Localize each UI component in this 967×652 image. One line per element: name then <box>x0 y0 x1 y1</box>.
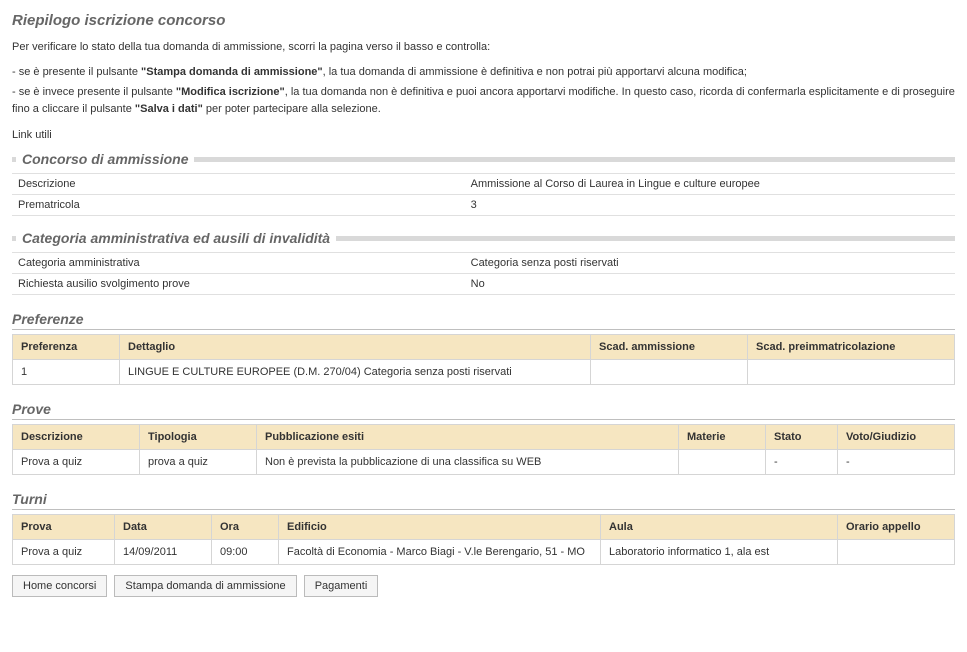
bullet-1: - se è presente il pulsante "Stampa doma… <box>12 64 955 81</box>
cell-dettaglio: LINGUE E CULTURE EUROPEE (D.M. 270/04) C… <box>120 360 591 385</box>
table-concorso: Descrizione Ammissione al Corso di Laure… <box>12 173 955 216</box>
bullet-2-prefix: - se è invece presente il pulsante <box>12 86 176 98</box>
cell-prove-voto: - <box>838 450 955 475</box>
bullet-2-suffix: per poter partecipare alla selezione. <box>203 103 381 115</box>
table-prove: Descrizione Tipologia Pubblicazione esit… <box>12 424 955 475</box>
th-preferenza: Preferenza <box>13 335 120 360</box>
row-categoria-1: Richiesta ausilio svolgimento prove No <box>12 274 955 295</box>
cell-preferenza: 1 <box>13 360 120 385</box>
value-richiesta-ausilio: No <box>465 274 955 295</box>
row-concorso-0: Descrizione Ammissione al Corso di Laure… <box>12 174 955 195</box>
cell-scad-preimmatricolazione <box>748 360 955 385</box>
th-turni-prova: Prova <box>13 515 115 540</box>
th-turni-aula: Aula <box>601 515 838 540</box>
cell-turni-edificio: Facoltà di Economia - Marco Biagi - V.le… <box>279 540 601 565</box>
stampa-domanda-button[interactable]: Stampa domanda di ammissione <box>114 575 296 597</box>
legend-categoria: Categoria amministrativa ed ausili di in… <box>16 230 336 246</box>
cell-scad-ammissione <box>591 360 748 385</box>
table-row: 1 LINGUE E CULTURE EUROPEE (D.M. 270/04)… <box>13 360 955 385</box>
th-scad-preimmatricolazione: Scad. preimmatricolazione <box>748 335 955 360</box>
value-descrizione: Ammissione al Corso di Laurea in Lingue … <box>465 174 955 195</box>
th-prove-stato: Stato <box>766 425 838 450</box>
key-richiesta-ausilio: Richiesta ausilio svolgimento prove <box>12 274 465 295</box>
cell-turni-prova: Prova a quiz <box>13 540 115 565</box>
bullet-1-prefix: - se è presente il pulsante <box>12 66 141 78</box>
table-categoria: Categoria amministrativa Categoria senza… <box>12 252 955 295</box>
th-prove-voto: Voto/Giudizio <box>838 425 955 450</box>
row-categoria-0: Categoria amministrativa Categoria senza… <box>12 253 955 274</box>
key-categoria-amministrativa: Categoria amministrativa <box>12 253 465 274</box>
cell-turni-ora: 09:00 <box>212 540 279 565</box>
cell-turni-aula: Laboratorio informatico 1, ala est <box>601 540 838 565</box>
fieldset-categoria: Categoria amministrativa ed ausili di in… <box>12 230 955 295</box>
th-turni-ora: Ora <box>212 515 279 540</box>
th-turni-orario: Orario appello <box>838 515 955 540</box>
th-dettaglio: Dettaglio <box>120 335 591 360</box>
table-preferenze: Preferenza Dettaglio Scad. ammissione Sc… <box>12 334 955 385</box>
cell-turni-orario <box>838 540 955 565</box>
table-row: Prova a quiz 14/09/2011 09:00 Facoltà di… <box>13 540 955 565</box>
key-prematricola: Prematricola <box>12 195 465 216</box>
bullet-2-strong-2: "Salva i dati" <box>135 103 203 115</box>
cell-prove-tipologia: prova a quiz <box>140 450 257 475</box>
th-turni-edificio: Edificio <box>279 515 601 540</box>
bullet-2: - se è invece presente il pulsante "Modi… <box>12 84 955 117</box>
link-utili-label: Link utili <box>12 129 955 141</box>
th-prove-tipologia: Tipologia <box>140 425 257 450</box>
legend-concorso: Concorso di ammissione <box>16 151 194 167</box>
page-title: Riepilogo iscrizione concorso <box>12 12 955 29</box>
th-turni-data: Data <box>115 515 212 540</box>
bullet-2-strong-1: "Modifica iscrizione" <box>176 86 285 98</box>
pagamenti-button[interactable]: Pagamenti <box>304 575 379 597</box>
table-turni: Prova Data Ora Edificio Aula Orario appe… <box>12 514 955 565</box>
home-concorsi-button[interactable]: Home concorsi <box>12 575 107 597</box>
key-descrizione: Descrizione <box>12 174 465 195</box>
cell-prove-stato: - <box>766 450 838 475</box>
section-title-prove: Prove <box>12 401 955 420</box>
th-scad-ammissione: Scad. ammissione <box>591 335 748 360</box>
bullet-1-suffix: , la tua domanda di ammissione è definit… <box>323 66 747 78</box>
value-categoria-amministrativa: Categoria senza posti riservati <box>465 253 955 274</box>
th-prove-pubblicazione: Pubblicazione esiti <box>257 425 679 450</box>
cell-prove-descrizione: Prova a quiz <box>13 450 140 475</box>
table-row: Prova a quiz prova a quiz Non è prevista… <box>13 450 955 475</box>
fieldset-concorso: Concorso di ammissione Descrizione Ammis… <box>12 151 955 216</box>
cell-prove-materie <box>679 450 766 475</box>
button-row: Home concorsi Stampa domanda di ammissio… <box>12 575 955 597</box>
value-prematricola: 3 <box>465 195 955 216</box>
cell-prove-pubblicazione: Non è prevista la pubblicazione di una c… <box>257 450 679 475</box>
th-prove-materie: Materie <box>679 425 766 450</box>
section-title-turni: Turni <box>12 491 955 510</box>
section-title-preferenze: Preferenze <box>12 311 955 330</box>
th-prove-descrizione: Descrizione <box>13 425 140 450</box>
intro-text: Per verificare lo stato della tua domand… <box>12 39 955 56</box>
cell-turni-data: 14/09/2011 <box>115 540 212 565</box>
row-concorso-1: Prematricola 3 <box>12 195 955 216</box>
bullet-1-strong: "Stampa domanda di ammissione" <box>141 66 323 78</box>
